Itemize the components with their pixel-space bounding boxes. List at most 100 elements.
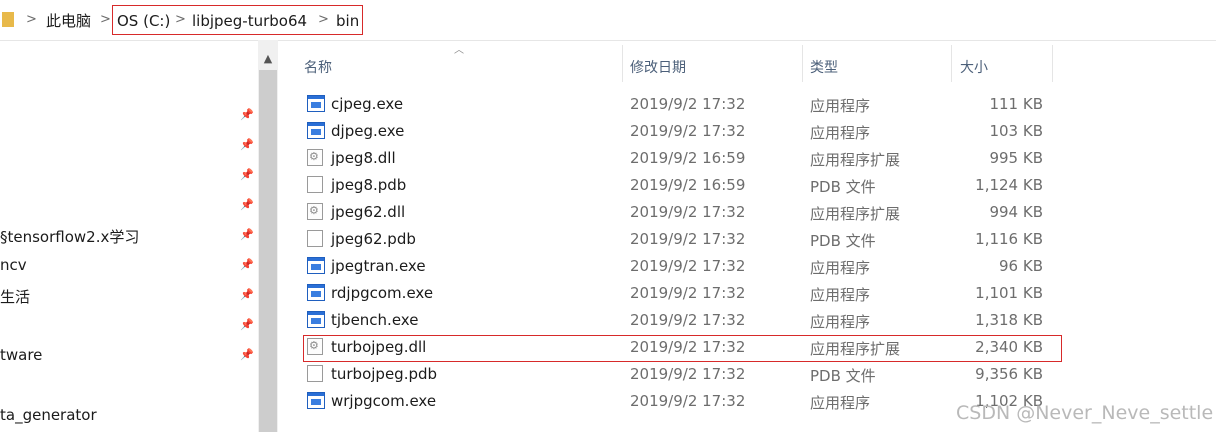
- exe-icon: [307, 284, 325, 301]
- scroll-up-arrow-icon[interactable]: ▲: [258, 50, 278, 68]
- file-date: 2019/9/2 17:32: [630, 392, 746, 410]
- file-date: 2019/9/2 17:32: [630, 365, 746, 383]
- scrollbar-thumb[interactable]: [259, 70, 277, 432]
- file-type: 应用程序扩展: [810, 205, 901, 223]
- column-divider[interactable]: [802, 45, 803, 82]
- exe-icon: [307, 122, 325, 139]
- pdb-file-icon: [307, 365, 323, 382]
- file-type: 应用程序扩展: [810, 151, 901, 169]
- chevron-right-icon[interactable]: >: [26, 12, 37, 27]
- pin-icon[interactable]: 📌: [240, 288, 254, 301]
- column-divider[interactable]: [951, 45, 952, 82]
- file-row[interactable]: jpeg62.dll 2019/9/2 17:32 应用程序扩展 994 KB: [300, 199, 1060, 226]
- file-date: 2019/9/2 17:32: [630, 284, 746, 302]
- file-date: 2019/9/2 17:32: [630, 257, 746, 275]
- file-date: 2019/9/2 17:32: [630, 230, 746, 248]
- file-date: 2019/9/2 16:59: [630, 149, 746, 167]
- highlight-box-file: [303, 335, 1062, 362]
- watermark: CSDN @Never_Neve_settle: [956, 402, 1214, 424]
- nav-scrollbar[interactable]: ▲: [258, 40, 278, 432]
- file-row[interactable]: rdjpgcom.exe 2019/9/2 17:32 应用程序 1,101 KB: [300, 280, 1060, 307]
- file-name: jpeg8.pdb: [331, 176, 407, 194]
- file-row[interactable]: jpeg62.pdb 2019/9/2 17:32 PDB 文件 1,116 KB: [300, 226, 1060, 253]
- file-row[interactable]: cjpeg.exe 2019/9/2 17:32 应用程序 111 KB: [300, 91, 1060, 118]
- pdb-file-icon: [307, 176, 323, 193]
- file-size: 994 KB: [989, 203, 1043, 221]
- pin-icon[interactable]: 📌: [240, 198, 254, 211]
- file-row[interactable]: jpeg8.pdb 2019/9/2 16:59 PDB 文件 1,124 KB: [300, 172, 1060, 199]
- column-header-name[interactable]: 名称: [304, 57, 332, 77]
- nav-item[interactable]: ta_generator: [0, 406, 97, 424]
- file-name: jpegtran.exe: [331, 257, 426, 275]
- file-row[interactable]: jpegtran.exe 2019/9/2 17:32 应用程序 96 KB: [300, 253, 1060, 280]
- file-date: 2019/9/2 17:32: [630, 95, 746, 113]
- file-size: 1,124 KB: [975, 176, 1043, 194]
- file-type: PDB 文件: [810, 232, 876, 250]
- pin-icon[interactable]: 📌: [240, 168, 254, 181]
- nav-item[interactable]: 生活: [0, 286, 30, 307]
- breadcrumb-libjpeg-turbo64[interactable]: libjpeg-turbo64: [192, 12, 307, 30]
- chevron-right-icon[interactable]: >: [318, 12, 329, 27]
- folder-icon: [2, 12, 14, 27]
- pin-icon[interactable]: 📌: [240, 228, 254, 241]
- file-type: PDB 文件: [810, 178, 876, 196]
- pin-icon[interactable]: 📌: [240, 258, 254, 271]
- file-size: 111 KB: [989, 95, 1043, 113]
- file-row[interactable]: jpeg8.dll 2019/9/2 16:59 应用程序扩展 995 KB: [300, 145, 1060, 172]
- dll-icon: [307, 203, 323, 220]
- file-date: 2019/9/2 17:32: [630, 311, 746, 329]
- file-size: 9,356 KB: [975, 365, 1043, 383]
- file-size: 1,116 KB: [975, 230, 1043, 248]
- column-divider[interactable]: [622, 45, 623, 82]
- navigation-pane: 📌 📌 📌 📌 §tensorflow2.x学习 📌 ncv 📌 生活 📌 📌 …: [0, 40, 258, 432]
- nav-item[interactable]: §tensorflow2.x学习: [0, 226, 139, 247]
- file-type: 应用程序: [810, 124, 871, 142]
- file-name: rdjpgcom.exe: [331, 284, 434, 302]
- pin-icon[interactable]: 📌: [240, 108, 254, 121]
- file-type: 应用程序: [810, 259, 871, 277]
- nav-item[interactable]: ncv: [0, 256, 27, 274]
- file-size: 1,101 KB: [975, 284, 1043, 302]
- breadcrumb-this-pc[interactable]: 此电脑: [46, 12, 91, 30]
- chevron-right-icon[interactable]: >: [100, 12, 111, 27]
- dll-icon: [307, 149, 323, 166]
- column-header-date[interactable]: 修改日期: [630, 57, 686, 77]
- file-row[interactable]: turbojpeg.pdb 2019/9/2 17:32 PDB 文件 9,356 K…: [300, 361, 1060, 388]
- breadcrumb-bin[interactable]: bin: [336, 12, 359, 30]
- file-size: 96 KB: [999, 257, 1043, 275]
- column-divider[interactable]: [1052, 45, 1053, 82]
- pdb-file-icon: [307, 230, 323, 247]
- file-name: cjpeg.exe: [331, 95, 404, 113]
- file-type: 应用程序: [810, 394, 871, 412]
- file-name: jpeg62.pdb: [331, 230, 416, 248]
- file-type: 应用程序: [810, 97, 871, 115]
- file-type: PDB 文件: [810, 367, 876, 385]
- column-header-type[interactable]: 类型: [810, 57, 838, 77]
- pin-icon[interactable]: 📌: [240, 348, 254, 361]
- pin-icon[interactable]: 📌: [240, 138, 254, 151]
- file-row[interactable]: wrjpgcom.exe 2019/9/2 17:32 应用程序 1,102 KB: [300, 388, 1060, 415]
- file-date: 2019/9/2 17:32: [630, 203, 746, 221]
- exe-icon: [307, 392, 325, 409]
- file-size: 103 KB: [989, 122, 1043, 140]
- file-type: 应用程序: [810, 313, 871, 331]
- file-name: jpeg8.dll: [331, 149, 396, 167]
- address-bar[interactable]: > 此电脑 > OS (C:) > libjpeg-turbo64 > bin: [0, 0, 1216, 41]
- column-header-size[interactable]: 大小: [960, 57, 988, 77]
- breadcrumb-os-c[interactable]: OS (C:): [117, 12, 170, 30]
- nav-item[interactable]: tware: [0, 346, 42, 364]
- exe-icon: [307, 257, 325, 274]
- file-name: djpeg.exe: [331, 122, 405, 140]
- exe-icon: [307, 311, 325, 328]
- file-size: 995 KB: [989, 149, 1043, 167]
- sort-ascending-icon: ︿: [454, 45, 464, 56]
- chevron-right-icon[interactable]: >: [175, 12, 186, 27]
- pin-icon[interactable]: 📌: [240, 318, 254, 331]
- file-type: 应用程序: [810, 286, 871, 304]
- exe-icon: [307, 95, 325, 112]
- file-name: wrjpgcom.exe: [331, 392, 437, 410]
- file-name: tjbench.exe: [331, 311, 419, 329]
- file-date: 2019/9/2 16:59: [630, 176, 746, 194]
- file-row[interactable]: tjbench.exe 2019/9/2 17:32 应用程序 1,318 KB: [300, 307, 1060, 334]
- file-row[interactable]: djpeg.exe 2019/9/2 17:32 应用程序 103 KB: [300, 118, 1060, 145]
